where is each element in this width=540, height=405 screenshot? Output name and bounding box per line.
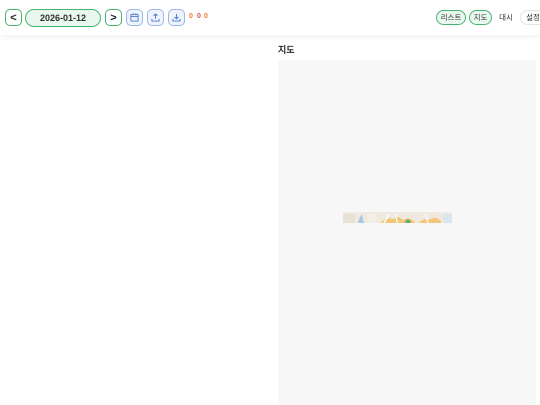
tab-dashboard[interactable]: 대시 [495, 10, 517, 25]
next-date-button[interactable]: > [105, 9, 122, 26]
count-badge-2: 0 [197, 13, 201, 20]
upload-icon [151, 13, 160, 22]
calendar-button[interactable] [126, 9, 143, 26]
top-toolbar: < 2026-01-12 > 0 0 0 리스트 지도 대시 설정 [0, 0, 540, 35]
upload-button[interactable] [147, 9, 164, 26]
map-tiles[interactable] [343, 212, 452, 223]
prev-date-button[interactable]: < [5, 9, 22, 26]
date-display[interactable]: 2026-01-12 [25, 9, 101, 27]
map-section-title: 지도 [278, 45, 295, 55]
download-button[interactable] [168, 9, 185, 26]
download-icon [172, 13, 181, 22]
count-badge-1: 0 [189, 13, 193, 20]
map-container[interactable] [278, 60, 536, 405]
tab-map[interactable]: 지도 [469, 10, 492, 25]
tab-list[interactable]: 리스트 [436, 10, 466, 25]
count-badge-3: 0 [204, 13, 208, 20]
map-tile-image [343, 213, 452, 223]
tab-settings[interactable]: 설정 [520, 10, 540, 25]
calendar-icon [130, 13, 139, 22]
